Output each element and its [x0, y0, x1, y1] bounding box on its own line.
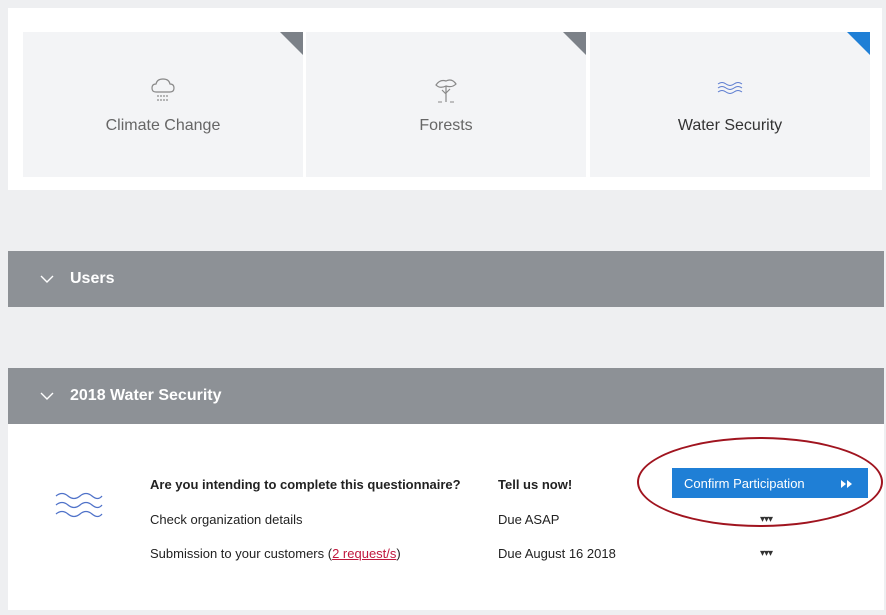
topic-selector-panel: Climate Change Forests Water Security: [8, 8, 882, 190]
task-label: Are you intending to complete this quest…: [150, 477, 461, 492]
topic-label: Climate Change: [105, 117, 221, 134]
fast-forward-icon: [840, 477, 854, 492]
section-water-security-header[interactable]: 2018 Water Security: [8, 368, 884, 424]
topic-tile-climate-change[interactable]: Climate Change: [23, 32, 303, 177]
task-label: Submission to your customers (2 request/…: [150, 546, 401, 561]
cloud-rain-icon: [150, 76, 176, 111]
task-label-prefix: Submission to your customers (: [150, 546, 333, 561]
chevron-down-icon: [40, 389, 54, 403]
tile-corner-marker: [563, 32, 586, 55]
task-row-submission: Submission to your customers (2 request/…: [8, 546, 884, 566]
section-users-header[interactable]: Users: [8, 251, 884, 307]
requests-link[interactable]: 2 request/s: [332, 546, 396, 561]
topic-tile-water-security[interactable]: Water Security: [590, 32, 870, 177]
more-options-icon[interactable]: ▾▾▾: [760, 514, 773, 525]
topic-label: Forests: [419, 117, 473, 134]
task-label-suffix: ): [396, 546, 401, 561]
tile-corner-marker: [847, 32, 870, 55]
confirm-participation-button[interactable]: Confirm Participation: [672, 468, 868, 498]
more-options-icon[interactable]: ▾▾▾: [760, 548, 773, 559]
tile-corner-marker: [280, 32, 303, 55]
topic-tile-forests[interactable]: Forests: [306, 32, 586, 177]
waves-icon: [715, 76, 745, 105]
section-title: 2018 Water Security: [70, 387, 222, 404]
section-title: Users: [70, 270, 115, 287]
task-due: Due ASAP: [498, 512, 560, 527]
task-label: Check organization details: [150, 512, 303, 527]
topic-label: Water Security: [677, 117, 783, 134]
chevron-down-icon: [40, 272, 54, 286]
tree-icon: [432, 76, 460, 111]
task-due: Tell us now!: [498, 477, 573, 492]
task-due: Due August 16 2018: [498, 546, 616, 561]
task-row-org-details: Check organization details Due ASAP ▾▾▾: [8, 512, 884, 532]
confirm-participation-label: Confirm Participation: [684, 475, 805, 491]
questionnaire-panel: Are you intending to complete this quest…: [8, 424, 884, 610]
